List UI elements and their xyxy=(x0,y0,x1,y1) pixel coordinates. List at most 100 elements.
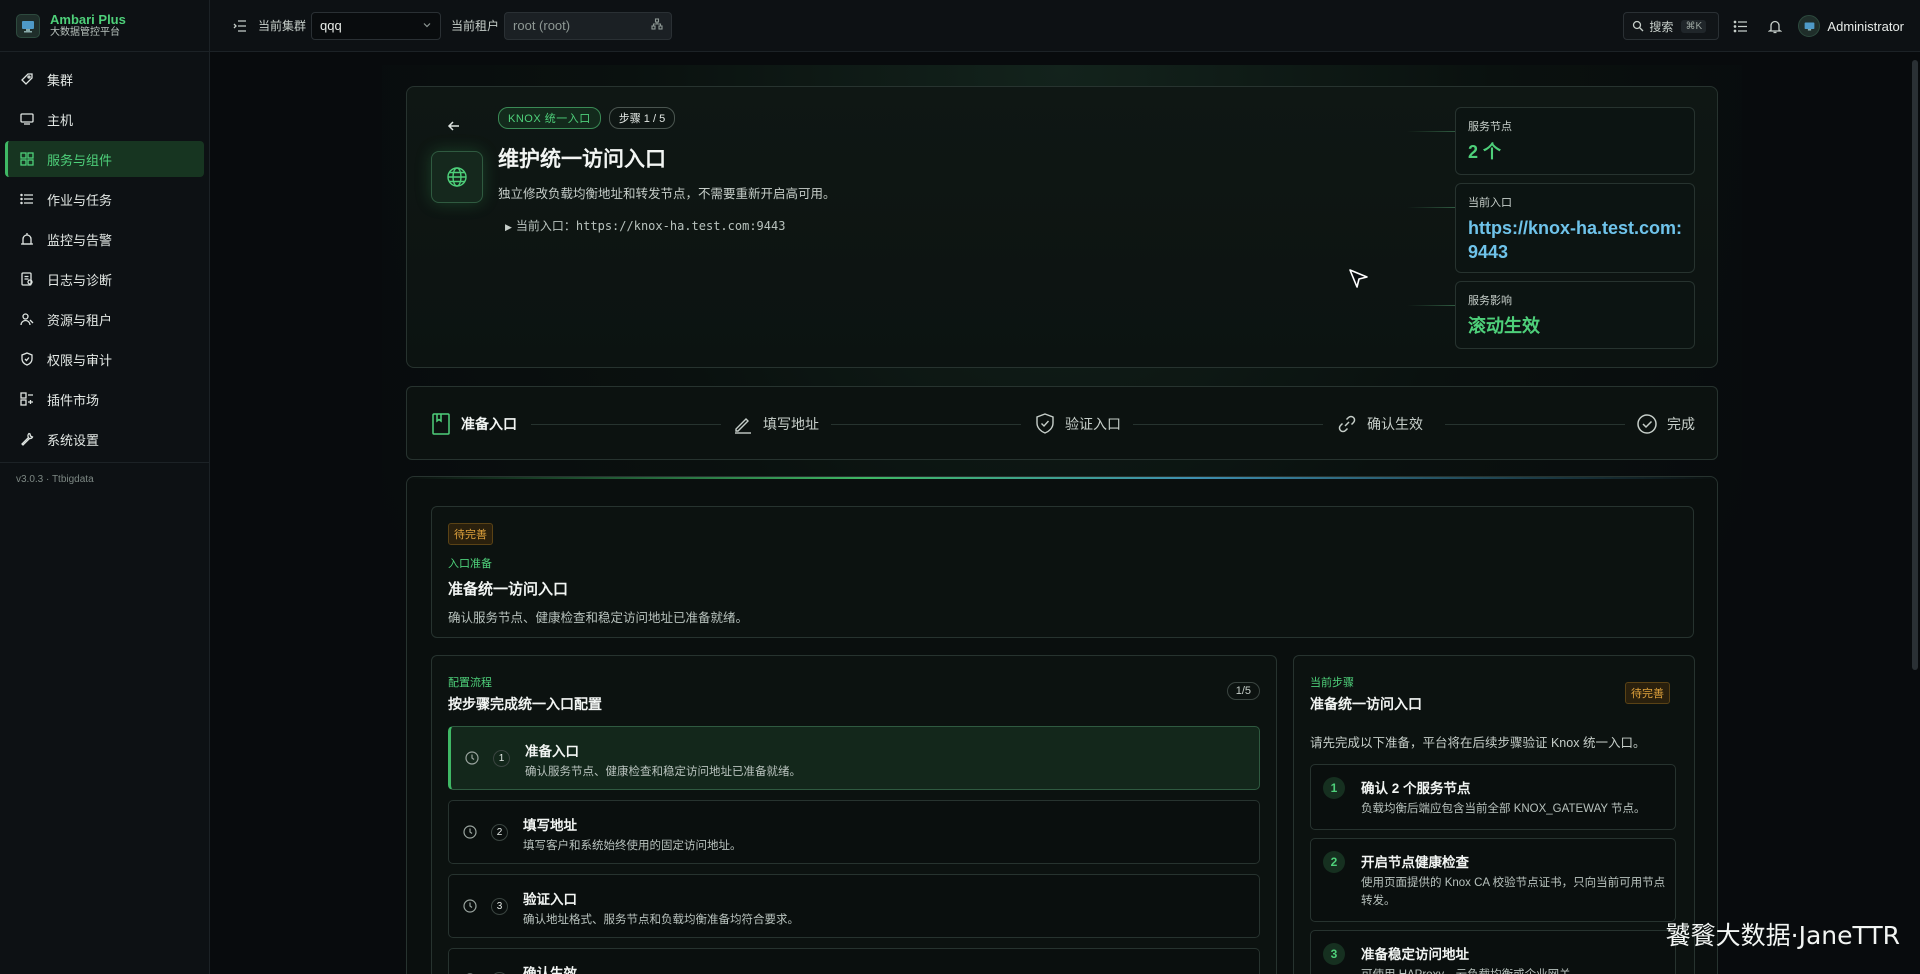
step-connector xyxy=(531,424,721,425)
checklist-number: 3 xyxy=(1323,943,1345,965)
clock-icon xyxy=(463,825,477,839)
check-circle-icon xyxy=(1635,412,1659,436)
step-confirm[interactable]: 确认生效 xyxy=(1335,387,1423,461)
sidebar-nav: 集群 主机 服务与组件 作业与任务 监控与告警 日志与诊断 资源与租户 权限与审… xyxy=(0,52,209,496)
tenant-field[interactable]: root (root) xyxy=(504,11,673,40)
avatar xyxy=(1798,15,1821,37)
clock-icon xyxy=(465,751,479,765)
sidebar-item-label: 监控与告警 xyxy=(47,232,113,248)
clock-icon xyxy=(463,899,477,913)
tenant-label: 当前租户 xyxy=(451,19,500,33)
checklist-desc: 负载均衡后端应包含当前全部 KNOX_GATEWAY 节点。 xyxy=(1361,803,1646,815)
stat-value-link[interactable]: https://knox-ha.test.com:9443 xyxy=(1468,216,1682,264)
step-title: 准备统一访问入口 xyxy=(448,581,569,598)
user-name: Administrator xyxy=(1827,18,1904,34)
current-step-card: 当前步骤 准备统一访问入口 待完善 请先完成以下准备，平台将在后续步骤验证 Kn… xyxy=(1293,655,1695,974)
sidebar-item-label: 资源与租户 xyxy=(47,312,113,328)
checklist-title: 开启节点健康检查 xyxy=(1361,855,1469,870)
step-prepare[interactable]: 准备入口 xyxy=(429,387,517,461)
checklist-title: 准备稳定访问地址 xyxy=(1361,947,1469,962)
step-fill-address[interactable]: 填写地址 xyxy=(731,387,819,461)
page-description: 独立修改负载均衡地址和转发节点，不需要重新开启高可用。 xyxy=(498,187,836,201)
flow-step[interactable]: 2 填写地址 填写客户和系统始终使用的固定访问地址。 xyxy=(448,800,1260,864)
stat-connector xyxy=(1407,207,1455,208)
step-connector xyxy=(1133,424,1323,425)
step-eyebrow: 入口准备 xyxy=(448,558,492,570)
stat-service-nodes: 服务节点 2 个 xyxy=(1455,107,1695,175)
scrollbar[interactable] xyxy=(1912,60,1918,670)
flow-title: 按步骤完成统一入口配置 xyxy=(448,696,602,712)
task-list-icon[interactable] xyxy=(1733,19,1748,34)
chevron-down-icon xyxy=(422,18,432,33)
shield-check-icon xyxy=(1033,412,1057,436)
step-connector xyxy=(1445,424,1625,425)
sidebar-item-services[interactable]: 服务与组件 xyxy=(5,141,204,177)
status-badge: 待完善 xyxy=(448,523,493,545)
cluster-select[interactable]: qqq xyxy=(311,11,442,40)
flow-step-title: 确认生效 xyxy=(523,966,577,974)
step-label: 确认生效 xyxy=(1367,416,1423,432)
monitor-icon xyxy=(19,111,35,127)
caret-right-icon: ▶ xyxy=(505,222,512,232)
flow-step-desc: 确认地址格式、服务节点和负载均衡准备均符合要求。 xyxy=(523,914,799,926)
sidebar-item-monitoring[interactable]: 监控与告警 xyxy=(5,221,204,257)
stat-label: 服务影响 xyxy=(1468,295,1512,307)
brand[interactable]: Ambari Plus 大数据管控平台 xyxy=(0,0,209,52)
stat-value: 2 个 xyxy=(1468,142,1502,162)
sidebar-item-logs[interactable]: 日志与诊断 xyxy=(5,261,204,297)
bookmark-icon xyxy=(429,412,453,436)
sidebar-item-hosts[interactable]: 主机 xyxy=(5,101,204,137)
bell-icon[interactable] xyxy=(1768,19,1783,34)
search-label: 搜索 xyxy=(1649,19,1674,34)
checklist-number: 1 xyxy=(1323,777,1345,799)
flow-eyebrow: 配置流程 xyxy=(448,677,492,689)
back-arrow-icon[interactable] xyxy=(445,117,465,137)
page-title: 维护统一访问入口 xyxy=(498,148,666,171)
rocket-icon xyxy=(19,71,35,87)
alarm-icon xyxy=(19,231,35,247)
checklist-number: 2 xyxy=(1323,851,1345,873)
shield-icon xyxy=(19,351,35,367)
watermark: 饕餮大数据·JaneTTR xyxy=(1665,921,1900,950)
flow-step[interactable]: 1 准备入口 确认服务节点、健康检查和稳定访问地址已准备就绪。 xyxy=(448,726,1260,790)
sidebar-item-permissions[interactable]: 权限与审计 xyxy=(5,341,204,377)
sidebar-item-label: 系统设置 xyxy=(47,432,100,448)
step-done[interactable]: 完成 xyxy=(1635,387,1695,461)
search-icon xyxy=(1632,20,1644,32)
mouse-cursor-icon xyxy=(1348,268,1370,293)
flow-progress-badge: 1/5 xyxy=(1226,682,1260,700)
flow-step[interactable]: 3 验证入口 确认地址格式、服务节点和负载均衡准备均符合要求。 xyxy=(448,874,1260,938)
sidebar-item-resources[interactable]: 资源与租户 xyxy=(5,301,204,337)
sidebar-item-jobs[interactable]: 作业与任务 xyxy=(5,181,204,217)
step-verify[interactable]: 验证入口 xyxy=(1033,387,1121,461)
current-entry-toggle[interactable]: ▶ 当前入口：https://knox-ha.test.com:9443 xyxy=(505,217,785,234)
current-entry-text: 当前入口：https://knox-ha.test.com:9443 xyxy=(515,219,786,233)
sidebar-item-label: 日志与诊断 xyxy=(47,272,113,288)
status-badge: 待完善 xyxy=(1625,682,1670,704)
step-label: 完成 xyxy=(1667,416,1695,432)
sidebar-item-plugins[interactable]: 插件市场 xyxy=(5,381,204,417)
sidebar-item-label: 权限与审计 xyxy=(47,352,113,368)
checklist-title: 确认 2 个服务节点 xyxy=(1361,781,1471,796)
sidebar-toggle-icon[interactable] xyxy=(232,18,248,34)
cluster-select-value: qqq xyxy=(320,18,342,33)
stat-label: 当前入口 xyxy=(1468,197,1512,209)
user-menu[interactable]: Administrator xyxy=(1798,15,1904,37)
version-text: v3.0.3 · Ttbigdata xyxy=(16,474,94,485)
hero-badges: KNOX 统一入口 步骤 1 / 5 xyxy=(498,107,676,129)
flow-step[interactable]: 4 确认生效 xyxy=(448,948,1260,974)
sidebar-item-settings[interactable]: 系统设置 xyxy=(5,421,204,457)
grid-icon xyxy=(19,151,35,167)
search-button[interactable]: 搜索 ⌘K xyxy=(1623,12,1720,40)
stat-connector xyxy=(1407,305,1455,306)
app-logo-icon xyxy=(16,13,40,38)
app-title: Ambari Plus xyxy=(50,12,126,27)
step-description: 确认服务节点、健康检查和稳定访问地址已准备就绪。 xyxy=(448,611,749,625)
sidebar-item-cluster[interactable]: 集群 xyxy=(5,61,204,97)
plugin-icon xyxy=(19,391,35,407)
topbar: 当前集群 qqq 当前租户 root (root) 搜索 ⌘K Administ… xyxy=(210,0,1920,52)
stat-label: 服务节点 xyxy=(1468,121,1512,133)
pencil-icon xyxy=(731,412,755,436)
search-shortcut: ⌘K xyxy=(1681,19,1707,33)
flow-step-title: 验证入口 xyxy=(523,892,577,907)
